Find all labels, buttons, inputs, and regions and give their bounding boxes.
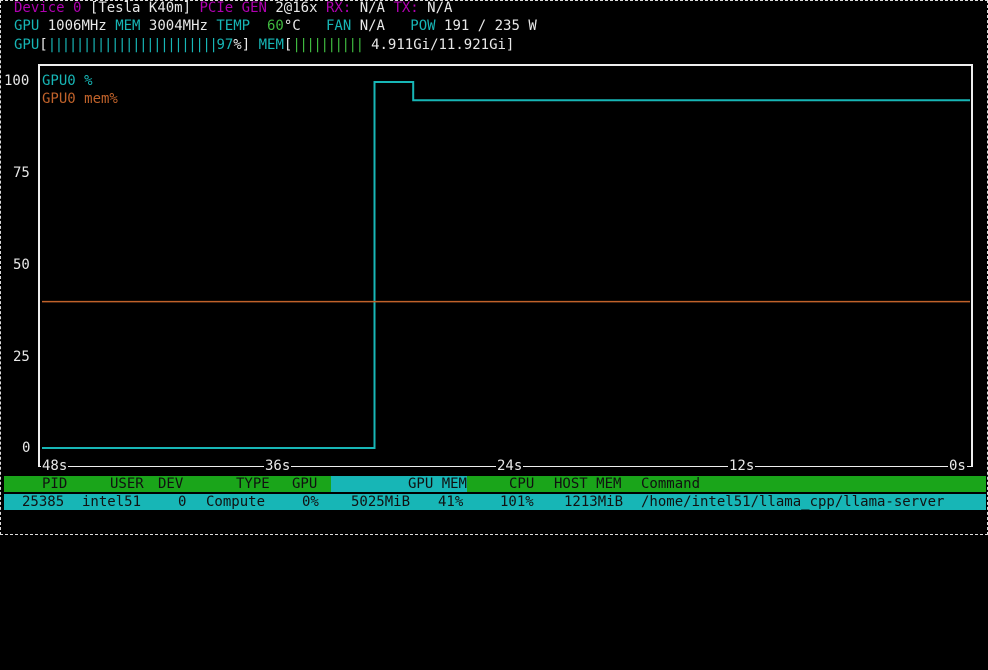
cell-host-mem: 1213MiB: [564, 494, 624, 510]
cell-type: Compute: [206, 494, 266, 510]
x-tick-0s: 0s: [948, 458, 967, 474]
process-table-header: PID USER DEV TYPE GPU GPU MEM CPU HOST M…: [4, 476, 986, 492]
col-cpu[interactable]: CPU: [509, 476, 534, 492]
cell-user: intel51: [82, 494, 142, 510]
col-gpu-mem[interactable]: GPU MEM: [331, 476, 467, 492]
table-row[interactable]: 25385 intel51 0 Compute 0% 5025MiB 41% 1…: [4, 494, 986, 510]
col-type[interactable]: TYPE: [236, 476, 270, 492]
col-pid[interactable]: PID: [42, 476, 67, 492]
col-command[interactable]: Command: [641, 476, 700, 492]
col-dev[interactable]: DEV: [158, 476, 183, 492]
x-axis: 48s 36s 24s 12s 0s: [38, 456, 973, 476]
cell-cpu: 101%: [500, 494, 534, 510]
col-gpu[interactable]: GPU: [292, 476, 317, 492]
gpu-util-line: [42, 81, 970, 449]
plot-lines: [42, 81, 970, 449]
x-tick-12s: 12s: [728, 458, 756, 474]
col-user[interactable]: USER: [110, 476, 144, 492]
col-host-mem[interactable]: HOST MEM: [554, 476, 621, 492]
x-tick-24s: 24s: [496, 458, 524, 474]
cell-command: /home/intel51/llama_cpp/llama-server: [641, 494, 945, 510]
x-tick-48s: 48s: [41, 458, 69, 474]
x-tick-36s: 36s: [264, 458, 292, 474]
cell-dev: 0: [178, 494, 187, 510]
cell-gpu: 0%: [302, 494, 319, 510]
cell-pid: 25385: [22, 494, 65, 510]
cell-gpu-mem-percent: 41%: [438, 494, 464, 510]
cell-gpu-mem: 5025MiB: [351, 494, 411, 510]
